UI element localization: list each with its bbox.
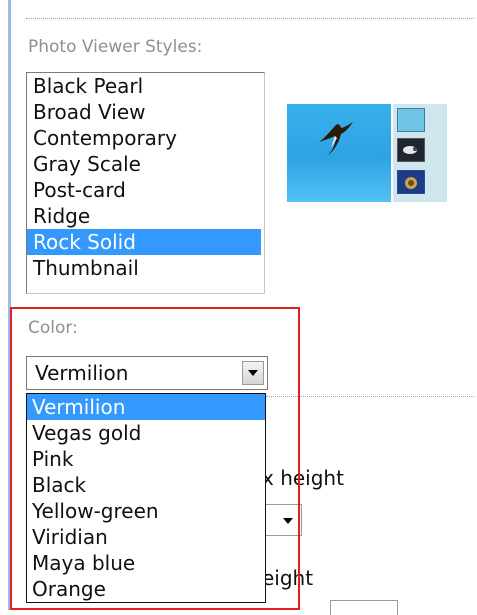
preview-thumbnail-strip xyxy=(393,104,447,202)
color-option-orange[interactable]: Orange xyxy=(27,576,265,602)
style-option-thumbnail[interactable]: Thumbnail xyxy=(27,255,264,281)
section-divider xyxy=(266,396,474,397)
max-height-select-fragment[interactable] xyxy=(262,504,302,536)
preview-main-photo xyxy=(287,104,391,202)
bird-icon xyxy=(319,122,353,156)
background-field-fragment[interactable] xyxy=(330,600,398,615)
color-option-vermilion[interactable]: Vermilion xyxy=(27,394,265,420)
color-option-vegas-gold[interactable]: Vegas gold xyxy=(27,420,265,446)
style-option-contemporary[interactable]: Contemporary xyxy=(27,125,264,151)
color-option-pink[interactable]: Pink xyxy=(27,446,265,472)
color-select[interactable]: Vermilion xyxy=(26,356,268,390)
style-option-broad-view[interactable]: Broad View xyxy=(27,99,264,125)
style-option-rock-solid[interactable]: Rock Solid xyxy=(27,229,261,255)
color-option-maya-blue[interactable]: Maya blue xyxy=(27,550,265,576)
chevron-down-icon xyxy=(248,370,258,376)
style-option-ridge[interactable]: Ridge xyxy=(27,203,264,229)
style-option-black-pearl[interactable]: Black Pearl xyxy=(27,73,264,99)
height-label-fragment: eight xyxy=(262,566,314,590)
style-option-post-card[interactable]: Post-card xyxy=(27,177,264,203)
left-rule xyxy=(8,0,11,610)
max-height-label-fragment: x height xyxy=(262,466,344,490)
color-option-yellow-green[interactable]: Yellow-green xyxy=(27,498,265,524)
color-option-viridian[interactable]: Viridian xyxy=(27,524,265,550)
preview-thumb-dark xyxy=(397,138,425,162)
preview-thumb-blue xyxy=(397,170,425,194)
color-label: Color: xyxy=(28,318,78,338)
color-select-dropdown-button[interactable] xyxy=(242,361,264,385)
preview-thumb-bird xyxy=(397,108,425,132)
color-select-value: Vermilion xyxy=(35,361,129,385)
chevron-down-icon xyxy=(283,518,293,524)
photo-viewer-styles-listbox[interactable]: Black Pearl Broad View Contemporary Gray… xyxy=(26,72,265,294)
style-preview-image xyxy=(287,104,447,202)
color-dropdown-list[interactable]: Vermilion Vegas gold Pink Black Yellow-g… xyxy=(26,393,266,603)
photo-viewer-styles-label: Photo Viewer Styles: xyxy=(28,37,203,57)
color-option-black[interactable]: Black xyxy=(27,472,265,498)
style-option-gray-scale[interactable]: Gray Scale xyxy=(27,151,264,177)
top-divider xyxy=(26,18,474,19)
